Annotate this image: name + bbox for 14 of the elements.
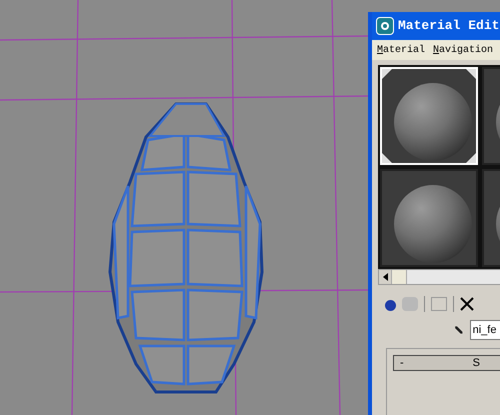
selection-corners-icon: [382, 69, 476, 163]
rollout-toggle[interactable]: -: [400, 354, 404, 372]
window-title: Material Edit: [398, 17, 500, 36]
delete-icon[interactable]: [460, 297, 474, 311]
rollout-title: S: [472, 356, 480, 371]
horizontal-scrollbar[interactable]: [378, 269, 500, 285]
app-icon: [376, 17, 394, 35]
material-name-field[interactable]: ni_fe: [470, 320, 500, 340]
rollout-header[interactable]: - S: [393, 355, 500, 371]
menu-item[interactable]: Navigation: [433, 42, 494, 58]
menu-item[interactable]: Material: [377, 42, 426, 58]
material-sample-slot[interactable]: [380, 169, 478, 267]
scroll-left-icon[interactable]: [379, 270, 391, 284]
scroll-thumb[interactable]: [391, 270, 407, 284]
